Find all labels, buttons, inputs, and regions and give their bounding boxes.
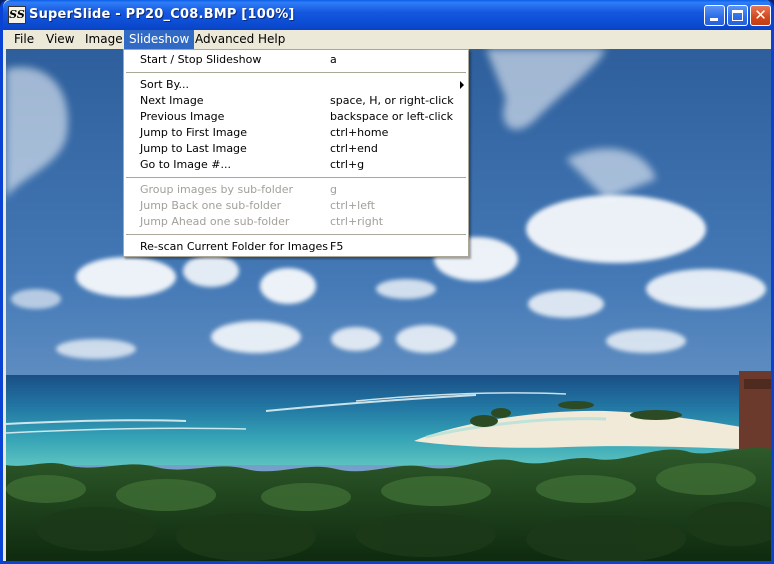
close-button[interactable]: ✕ [750,5,771,26]
menu-item-next-image[interactable]: Next Image space, H, or right-click [124,93,468,109]
menu-item-rescan-folder[interactable]: Re-scan Current Folder for Images F5 [124,239,468,255]
menu-item-jump-ahead-subfolder: Jump Ahead one sub-folder ctrl+right [140,215,384,228]
menu-item-jump-back-subfolder: Jump Back one sub-folder ctrl+left [140,199,375,212]
menu-item-start-stop-slideshow[interactable]: Start / Stop Slideshow a [124,52,468,68]
minimize-button[interactable] [704,5,725,26]
slideshow-menu-dropdown: Start / Stop Slideshow a Sort By... Next… [123,49,469,257]
submenu-arrow-icon [460,81,464,89]
menu-advanced[interactable]: Advanced [190,30,259,49]
menu-separator [126,234,466,235]
menu-image[interactable]: Image [80,30,128,49]
menu-item-go-to-image[interactable]: Go to Image #... ctrl+g [124,157,468,173]
menu-item-jump-first-image[interactable]: Jump to First Image ctrl+home [124,125,468,141]
app-icon[interactable]: SS [8,6,26,24]
menu-item-sort-by[interactable]: Sort By... [124,77,468,93]
maximize-button[interactable] [727,5,748,26]
app-window: SS SuperSlide - PP20_C08.BMP [100%] ✕ Fi… [0,0,774,564]
window-title: SuperSlide - PP20_C08.BMP [100%] [29,7,295,22]
minimize-icon [710,18,718,21]
menu-file[interactable]: File [9,30,39,49]
close-icon: ✕ [754,6,767,24]
menu-view[interactable]: View [41,30,79,49]
menu-bar: File View Image Slideshow Advanced Help [3,30,771,49]
menu-item-group-by-subfolder: Group images by sub-folder g [140,183,337,196]
menu-item-jump-last-image[interactable]: Jump to Last Image ctrl+end [124,141,468,157]
menu-separator [126,72,466,73]
menu-separator [126,177,466,178]
menu-help[interactable]: Help [253,30,290,49]
menu-item-previous-image[interactable]: Previous Image backspace or left-click [124,109,468,125]
maximize-icon [732,10,743,21]
menu-slideshow[interactable]: Slideshow [124,30,195,49]
title-bar[interactable]: SS SuperSlide - PP20_C08.BMP [100%] ✕ [3,0,771,30]
